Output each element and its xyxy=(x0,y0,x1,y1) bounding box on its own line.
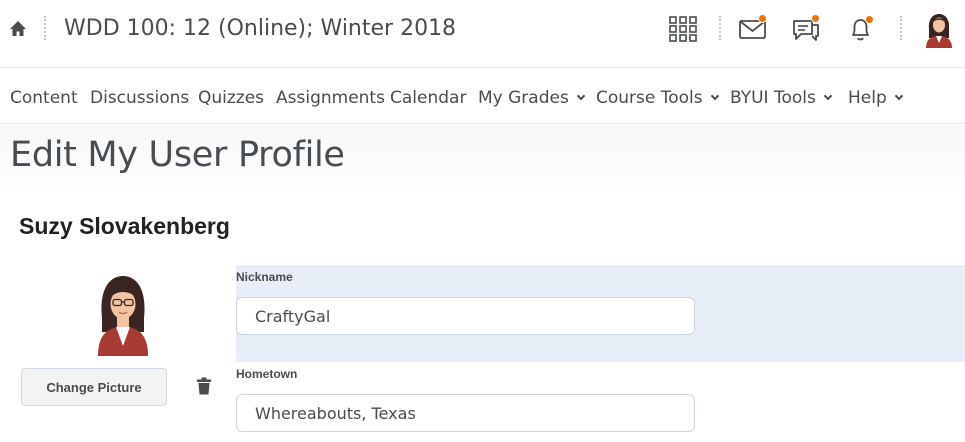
notification-dot xyxy=(811,14,820,23)
apps-grid-icon[interactable] xyxy=(668,14,698,44)
chat-button[interactable] xyxy=(791,14,821,44)
chevron-down-icon xyxy=(894,91,904,101)
nav-discussions[interactable]: Discussions xyxy=(90,88,189,108)
notifications-button[interactable] xyxy=(846,14,876,44)
change-picture-button[interactable]: Change Picture xyxy=(21,368,167,406)
top-header: WDD 100: 12 (Online); Winter 2018 xyxy=(0,0,965,68)
nickname-label: Nickname xyxy=(236,270,293,284)
mail-button[interactable] xyxy=(738,14,768,44)
divider xyxy=(719,16,721,40)
divider xyxy=(44,16,46,40)
profile-picture xyxy=(98,276,148,356)
nickname-input[interactable]: CraftyGal xyxy=(236,297,695,335)
page-header: Edit My User Profile xyxy=(0,125,965,195)
nav-help[interactable]: Help xyxy=(848,88,904,108)
nav-course-tools[interactable]: Course Tools xyxy=(596,88,719,108)
course-nav: Content Discussions Quizzes Assignments … xyxy=(0,69,965,124)
nav-content[interactable]: Content xyxy=(10,88,78,108)
notification-dot xyxy=(758,14,767,23)
chevron-down-icon xyxy=(823,91,833,101)
hometown-input[interactable]: Whereabouts, Texas xyxy=(236,394,695,432)
notification-dot xyxy=(865,15,874,24)
chevron-down-icon xyxy=(576,91,586,101)
divider xyxy=(900,16,902,40)
user-avatar-icon[interactable] xyxy=(924,12,954,48)
profile-user-name: Suzy Slovakenberg xyxy=(19,213,230,239)
nav-assignments[interactable]: Assignments xyxy=(276,88,385,108)
nav-my-grades[interactable]: My Grades xyxy=(478,88,586,108)
page-title: Edit My User Profile xyxy=(10,135,345,175)
nav-byui-tools[interactable]: BYUI Tools xyxy=(730,88,833,108)
course-title[interactable]: WDD 100: 12 (Online); Winter 2018 xyxy=(64,16,456,41)
hometown-label: Hometown xyxy=(236,367,298,381)
trash-icon[interactable] xyxy=(196,377,212,395)
nav-calendar[interactable]: Calendar xyxy=(390,88,466,108)
nav-quizzes[interactable]: Quizzes xyxy=(198,88,264,108)
chevron-down-icon xyxy=(710,91,719,101)
home-icon[interactable] xyxy=(8,19,28,39)
